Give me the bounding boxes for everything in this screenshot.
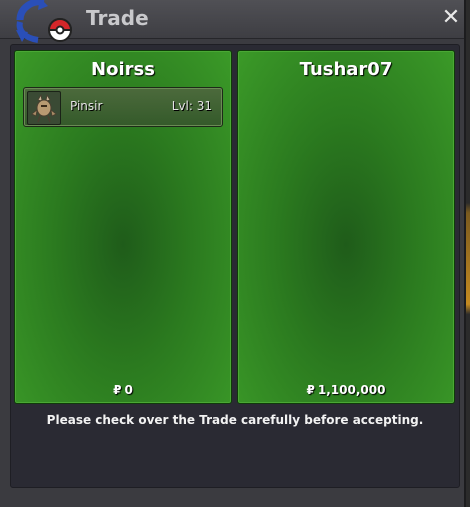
pokeball-swap-logo-icon <box>16 0 73 43</box>
trade-notice: Please check over the Trade carefully be… <box>46 413 424 427</box>
currency-symbol: ₽ <box>113 383 122 397</box>
money-offer-partner: ₽1,100,000 <box>238 383 454 397</box>
trade-content: Noirss Pinsir Lvl: 31 ₽0 Tushar07 ₽ 1,10… <box>10 44 460 488</box>
item-name: Pinsir <box>70 99 103 113</box>
window-title: Trade <box>86 6 149 30</box>
money-offer-self: ₽0 <box>15 383 231 397</box>
item-level: Lvl: 31 <box>171 99 212 113</box>
pinsir-sprite-icon <box>27 91 61 125</box>
trade-panel-partner: Tushar07 ₽1,100,000 <box>237 50 455 404</box>
title-bar[interactable]: Trade ✕ <box>0 0 464 43</box>
trade-window: Trade ✕ Noirss Pinsir Lvl: 31 ₽ 0 Tushar… <box>0 0 466 507</box>
money-amount-self: 0 <box>124 383 133 397</box>
close-icon[interactable]: ✕ <box>442 5 460 30</box>
close-button[interactable]: ✕ <box>440 6 462 30</box>
money-amount-partner: 1,100,000 <box>317 383 386 397</box>
background-edge <box>466 0 470 507</box>
currency-symbol: ₽ <box>306 383 315 397</box>
trade-item-slot[interactable]: Pinsir Lvl: 31 <box>23 87 223 127</box>
trader-name-self: Noirss <box>91 59 155 80</box>
trade-panel-self: Noirss Pinsir Lvl: 31 ₽0 <box>14 50 232 404</box>
trader-name-partner: Tushar07 <box>299 59 393 80</box>
